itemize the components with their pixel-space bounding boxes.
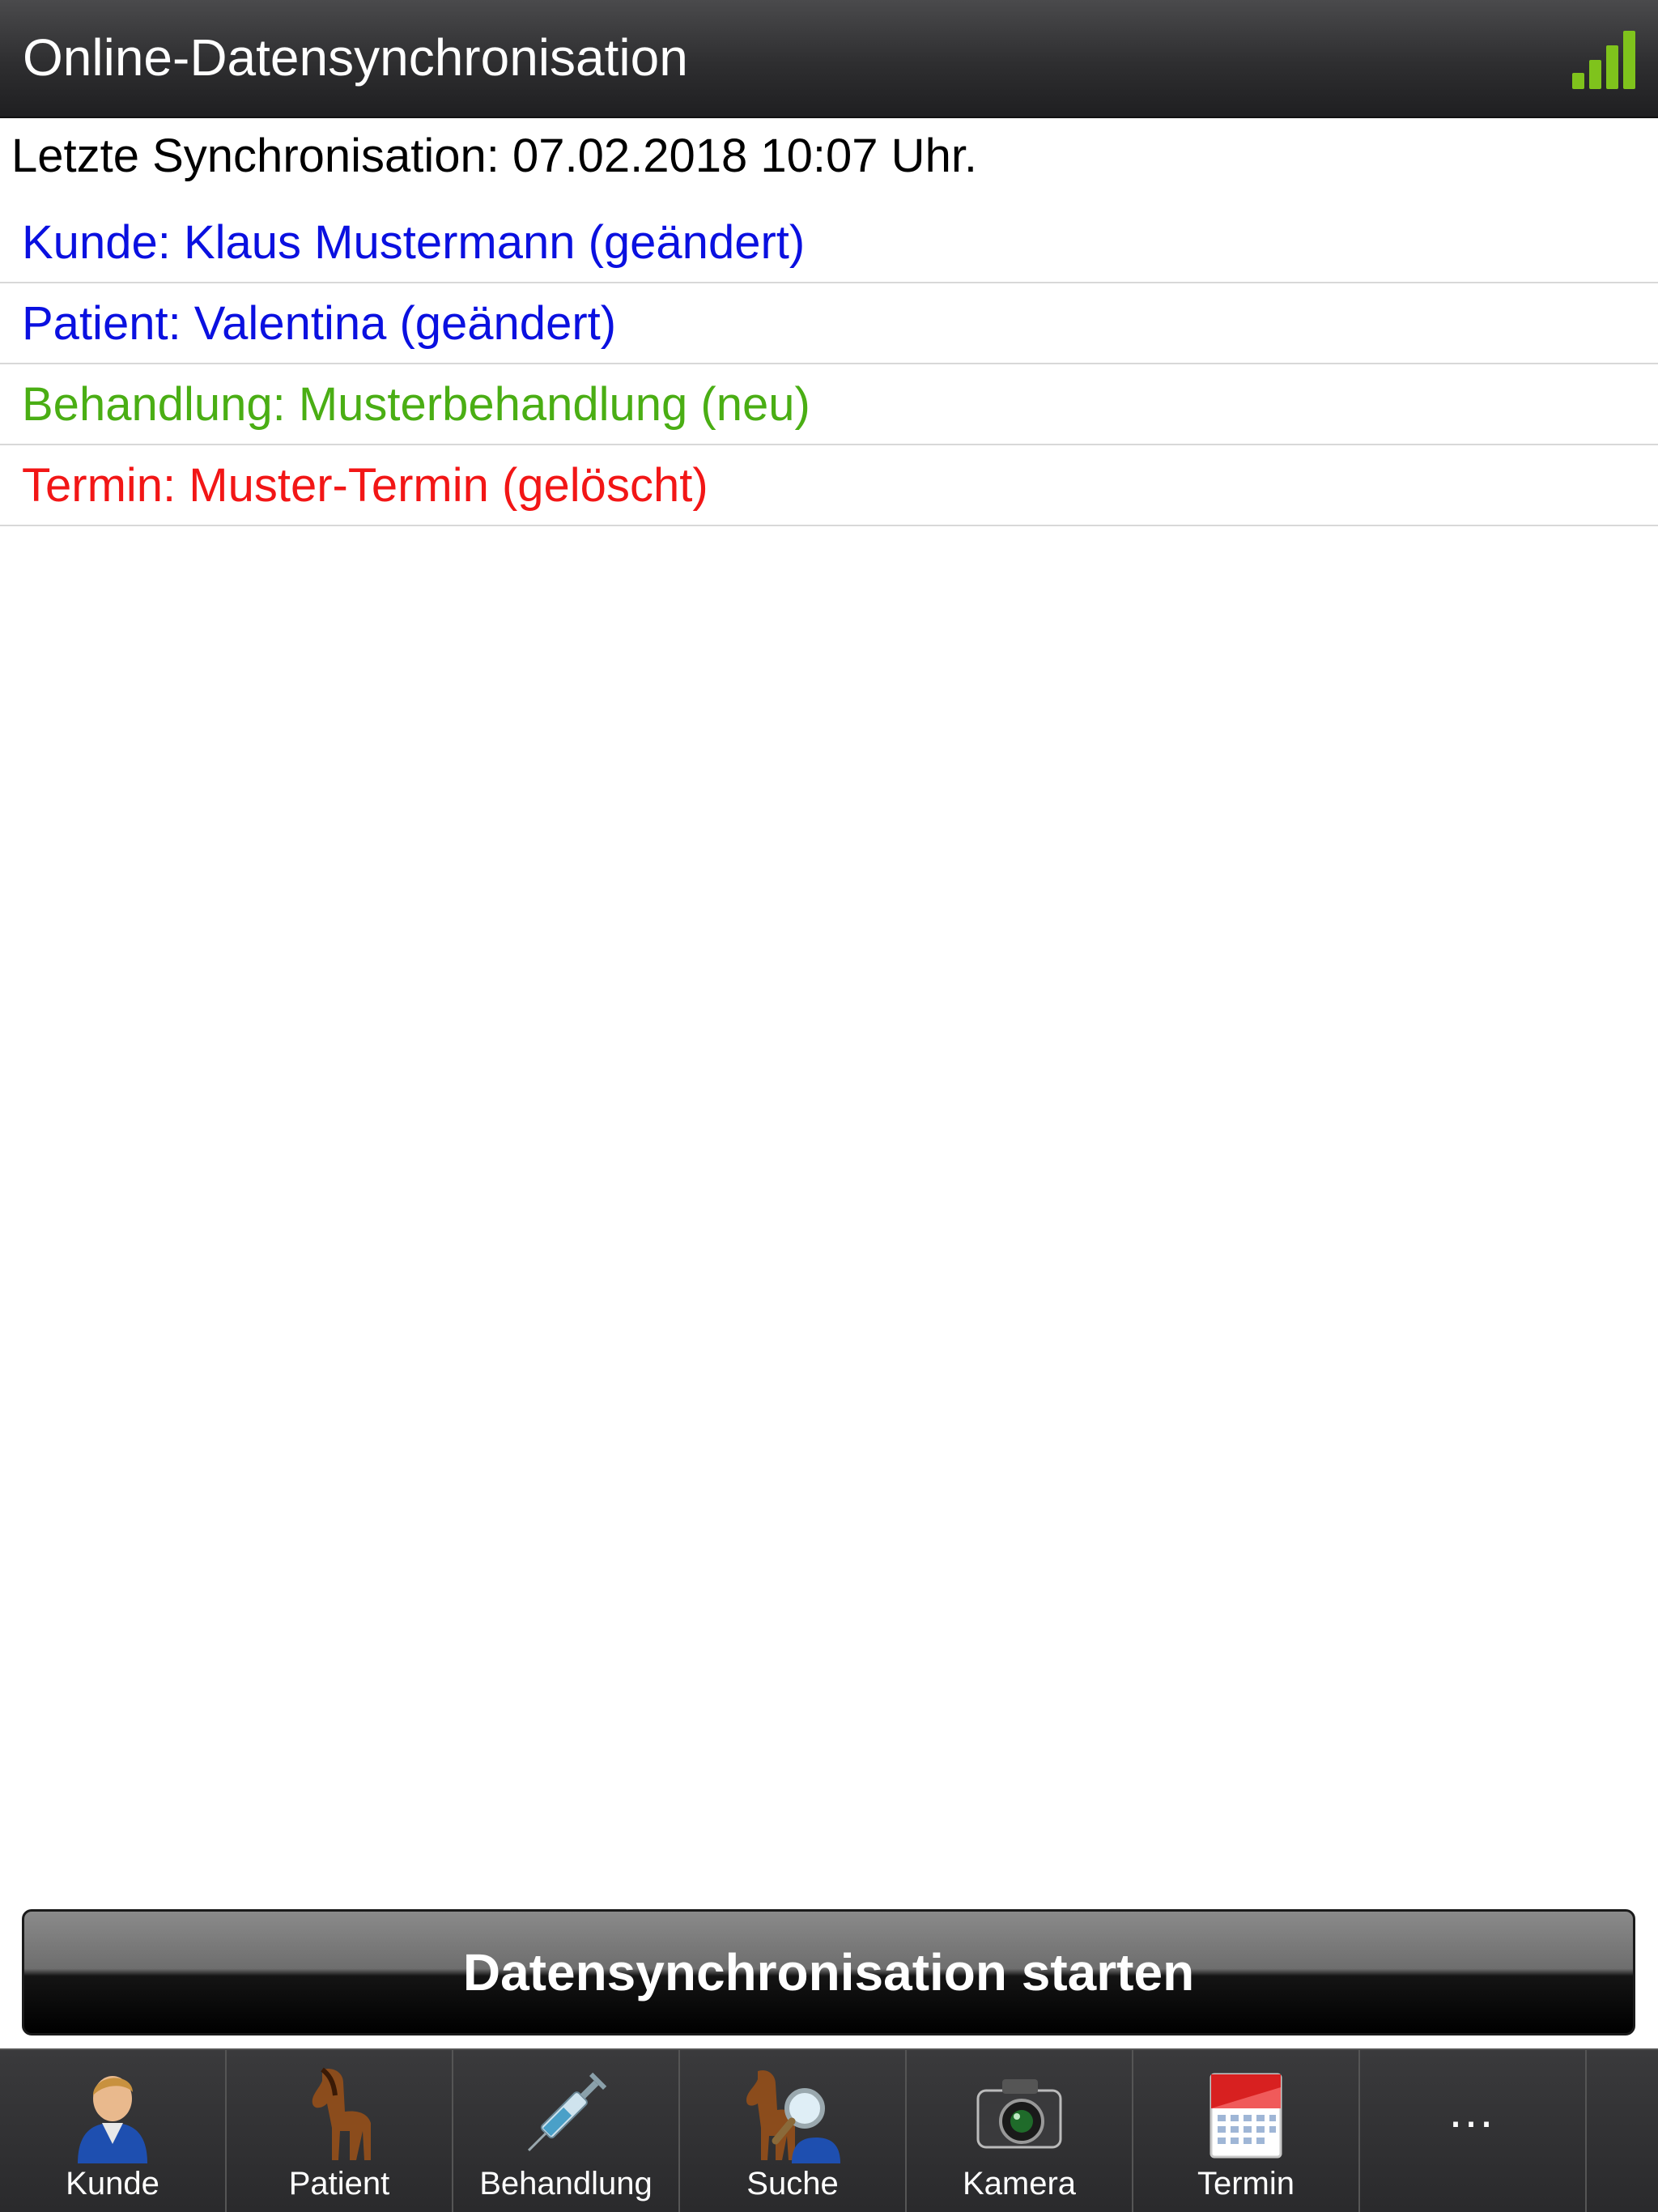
tab-bar: Kunde Patient Behandlung Suche Kamera Te… — [0, 2048, 1658, 2212]
tab-label-kamera: Kamera — [962, 2166, 1077, 2201]
tab-label-patient: Patient — [288, 2166, 390, 2201]
tab-termin[interactable]: Termin — [1133, 2050, 1360, 2212]
change-item-termin[interactable]: Termin: Muster-Termin (gelöscht) — [0, 445, 1658, 526]
change-item-patient[interactable]: Patient: Valentina (geändert) — [0, 283, 1658, 364]
tab-suche[interactable]: Suche — [680, 2050, 907, 2212]
person-icon — [78, 2076, 147, 2163]
horse-icon — [312, 2067, 371, 2160]
more-icon: … — [1447, 2083, 1499, 2138]
tab-label-suche: Suche — [746, 2166, 839, 2201]
tab-behandlung[interactable]: Behandlung — [453, 2050, 680, 2212]
change-list: Kunde: Klaus Mustermann (geändert) Patie… — [0, 202, 1658, 526]
camera-icon — [976, 2079, 1062, 2149]
tab-label-termin: Termin — [1197, 2166, 1295, 2201]
tab-patient[interactable]: Patient — [227, 2050, 453, 2212]
title-bar: Online-Datensynchronisation — [0, 0, 1658, 118]
tab-label-kunde: Kunde — [66, 2166, 159, 2201]
calendar-icon — [1209, 2073, 1282, 2159]
start-sync-button[interactable]: Datensynchronisation starten — [22, 1909, 1635, 2035]
search-icon — [746, 2069, 840, 2163]
page-title: Online-Datensynchronisation — [23, 28, 688, 87]
tab-more[interactable]: … — [1360, 2050, 1587, 2212]
tab-kunde[interactable]: Kunde — [0, 2050, 227, 2212]
syringe-icon — [527, 2072, 607, 2152]
change-item-kunde[interactable]: Kunde: Klaus Mustermann (geändert) — [0, 202, 1658, 283]
change-item-behandlung[interactable]: Behandlung: Musterbehandlung (neu) — [0, 364, 1658, 445]
tab-label-behandlung: Behandlung — [479, 2166, 653, 2201]
last-sync-text: Letzte Synchronisation: 07.02.2018 10:07… — [11, 130, 978, 182]
tab-kamera[interactable]: Kamera — [907, 2050, 1133, 2212]
signal-bars-icon — [1572, 31, 1637, 89]
